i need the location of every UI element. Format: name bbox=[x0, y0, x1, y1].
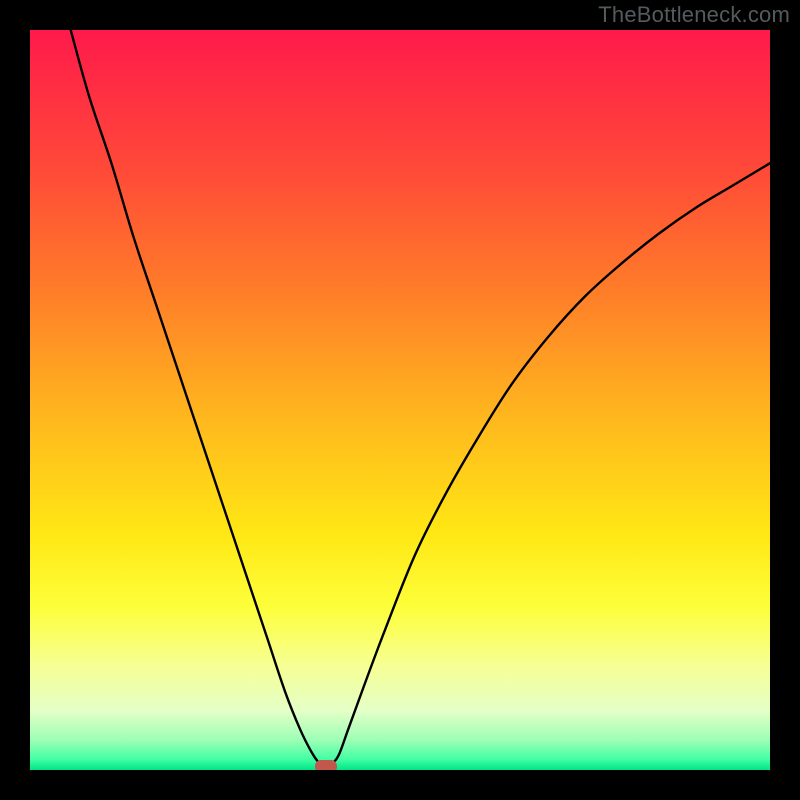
optimal-point-marker bbox=[315, 760, 337, 770]
watermark-text: TheBottleneck.com bbox=[598, 2, 790, 28]
bottleneck-curve bbox=[30, 30, 770, 770]
chart-frame: TheBottleneck.com bbox=[0, 0, 800, 800]
curve-path bbox=[71, 30, 770, 768]
plot-area bbox=[30, 30, 770, 770]
